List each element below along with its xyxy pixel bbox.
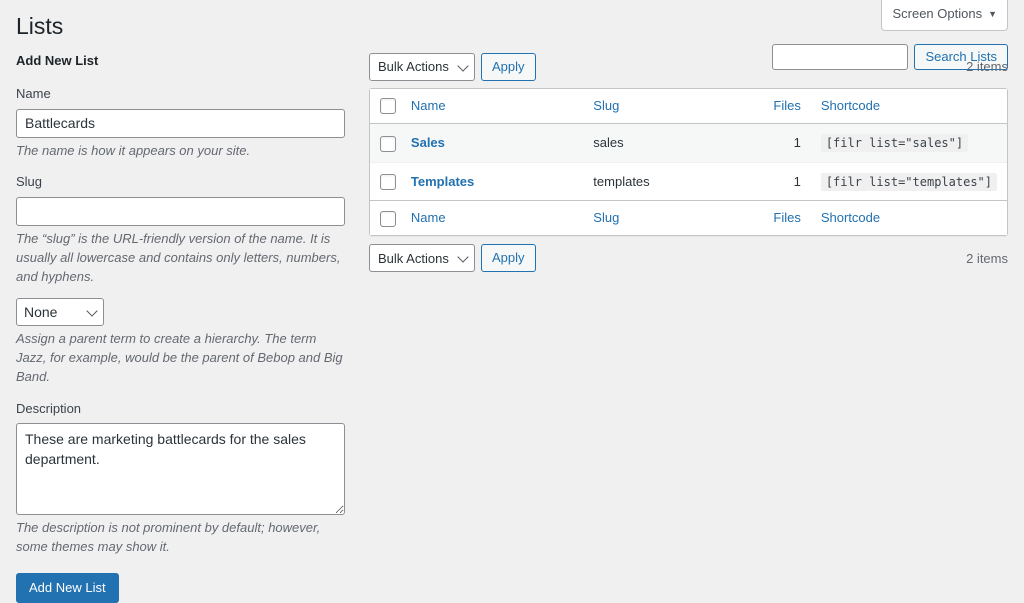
- column-header-files[interactable]: Files: [730, 88, 811, 125]
- row-title-link[interactable]: Templates: [411, 174, 474, 189]
- slug-description: The “slug” is the URL-friendly version o…: [16, 230, 341, 284]
- row-name-cell: Templates: [400, 161, 584, 201]
- bulk-actions-select-wrap-bottom: Bulk ActionsDelete: [369, 244, 475, 273]
- table-row: Sales sales 1 [filr list="sales"]: [370, 124, 1007, 162]
- select-all-checkbox-bottom[interactable]: [380, 210, 396, 227]
- description-textarea[interactable]: [16, 423, 345, 516]
- tablenav-top: Bulk ActionsDelete Apply 2 items: [369, 52, 1008, 82]
- name-field-group: Name The name is how it appears on your …: [16, 84, 345, 160]
- apply-button-top[interactable]: Apply: [481, 52, 536, 81]
- row-slug-cell: sales: [583, 124, 731, 162]
- row-name-cell: Sales: [400, 124, 584, 162]
- bulk-actions-bottom: Bulk ActionsDelete Apply: [369, 244, 536, 273]
- bulk-actions-select-wrap-top: Bulk ActionsDelete: [369, 52, 475, 81]
- description-help-text: The description is not prominent by defa…: [16, 520, 321, 555]
- list-table-column: Bulk ActionsDelete Apply 2 items Name Sl…: [345, 52, 1008, 273]
- apply-button-bottom[interactable]: Apply: [481, 244, 536, 273]
- form-heading: Add New List: [16, 52, 99, 68]
- name-input[interactable]: [16, 108, 345, 138]
- column-footer-shortcode[interactable]: Shortcode: [810, 200, 1007, 236]
- displaying-num-top: 2 items: [966, 59, 1008, 75]
- tablenav-bottom: Bulk ActionsDelete Apply 2 items: [369, 243, 1008, 273]
- add-new-list-button[interactable]: Add New List: [16, 573, 119, 603]
- displaying-num-bottom: 2 items: [966, 250, 1008, 266]
- table-row: Templates templates 1 [filr list="templa…: [370, 161, 1007, 201]
- add-new-list-column: Add New List Name The name is how it app…: [16, 52, 345, 603]
- column-header-name[interactable]: Name: [400, 88, 584, 125]
- row-slug-cell: templates: [583, 161, 731, 201]
- column-header-slug[interactable]: Slug: [583, 88, 731, 125]
- select-all-checkbox-top[interactable]: [380, 98, 396, 115]
- column-footer-name[interactable]: Name: [400, 200, 584, 236]
- slug-label: Slug: [16, 174, 43, 190]
- table-body: Sales sales 1 [filr list="sales"] Templa…: [370, 124, 1007, 200]
- table-footer-row: Name Slug Files Shortcode: [370, 200, 1007, 236]
- table-header-row: Name Slug Files Shortcode: [370, 88, 1007, 125]
- row-files-cell[interactable]: 1: [730, 161, 811, 201]
- bulk-actions-top: Bulk ActionsDelete Apply: [369, 52, 536, 81]
- select-all-header: [370, 88, 401, 125]
- page-wrap: Lists Search Lists Add New List Name The…: [0, 0, 1024, 603]
- select-all-footer: [370, 200, 401, 236]
- name-description: The name is how it appears on your site.: [16, 142, 251, 158]
- column-footer-files[interactable]: Files: [730, 200, 811, 236]
- name-label: Name: [16, 86, 51, 102]
- submit-wrap: Add New List: [16, 573, 345, 603]
- row-checkbox[interactable]: [380, 174, 396, 191]
- table-head: Name Slug Files Shortcode: [370, 88, 1007, 125]
- row-select-cell: [370, 161, 401, 201]
- slug-input[interactable]: [16, 196, 345, 226]
- column-header-shortcode[interactable]: Shortcode: [810, 88, 1007, 125]
- page-title: Lists: [16, 13, 64, 39]
- parent-select[interactable]: NoneSalesTemplates: [16, 298, 104, 327]
- parent-description: Assign a parent term to create a hierarc…: [16, 331, 343, 385]
- slug-field-group: Slug The “slug” is the URL-friendly vers…: [16, 172, 345, 286]
- row-files-cell[interactable]: 1: [730, 124, 811, 162]
- table-foot: Name Slug Files Shortcode: [370, 200, 1007, 236]
- shortcode-text[interactable]: [filr list="templates"]: [820, 172, 997, 191]
- description-field-group: Description The description is not promi…: [16, 399, 345, 557]
- row-title-link[interactable]: Sales: [411, 135, 445, 150]
- parent-select-wrap: NoneSalesTemplates: [16, 298, 104, 327]
- two-column-container: Add New List Name The name is how it app…: [0, 52, 1024, 603]
- row-checkbox[interactable]: [380, 135, 396, 152]
- lists-table: Name Slug Files Shortcode Sales sales 1 …: [369, 87, 1008, 237]
- row-shortcode-cell: [filr list="templates"]: [810, 161, 1007, 201]
- bulk-actions-select-top[interactable]: Bulk ActionsDelete: [369, 52, 475, 81]
- row-select-cell: [370, 124, 401, 162]
- parent-field-group: Parent List NoneSalesTemplates Assign a …: [16, 298, 345, 387]
- shortcode-text[interactable]: [filr list="sales"]: [820, 134, 969, 153]
- add-new-list-form: Add New List Name The name is how it app…: [16, 52, 345, 603]
- description-label: Description: [16, 400, 82, 416]
- column-footer-slug[interactable]: Slug: [583, 200, 731, 236]
- bulk-actions-select-bottom[interactable]: Bulk ActionsDelete: [369, 244, 475, 273]
- row-shortcode-cell: [filr list="sales"]: [810, 124, 1007, 162]
